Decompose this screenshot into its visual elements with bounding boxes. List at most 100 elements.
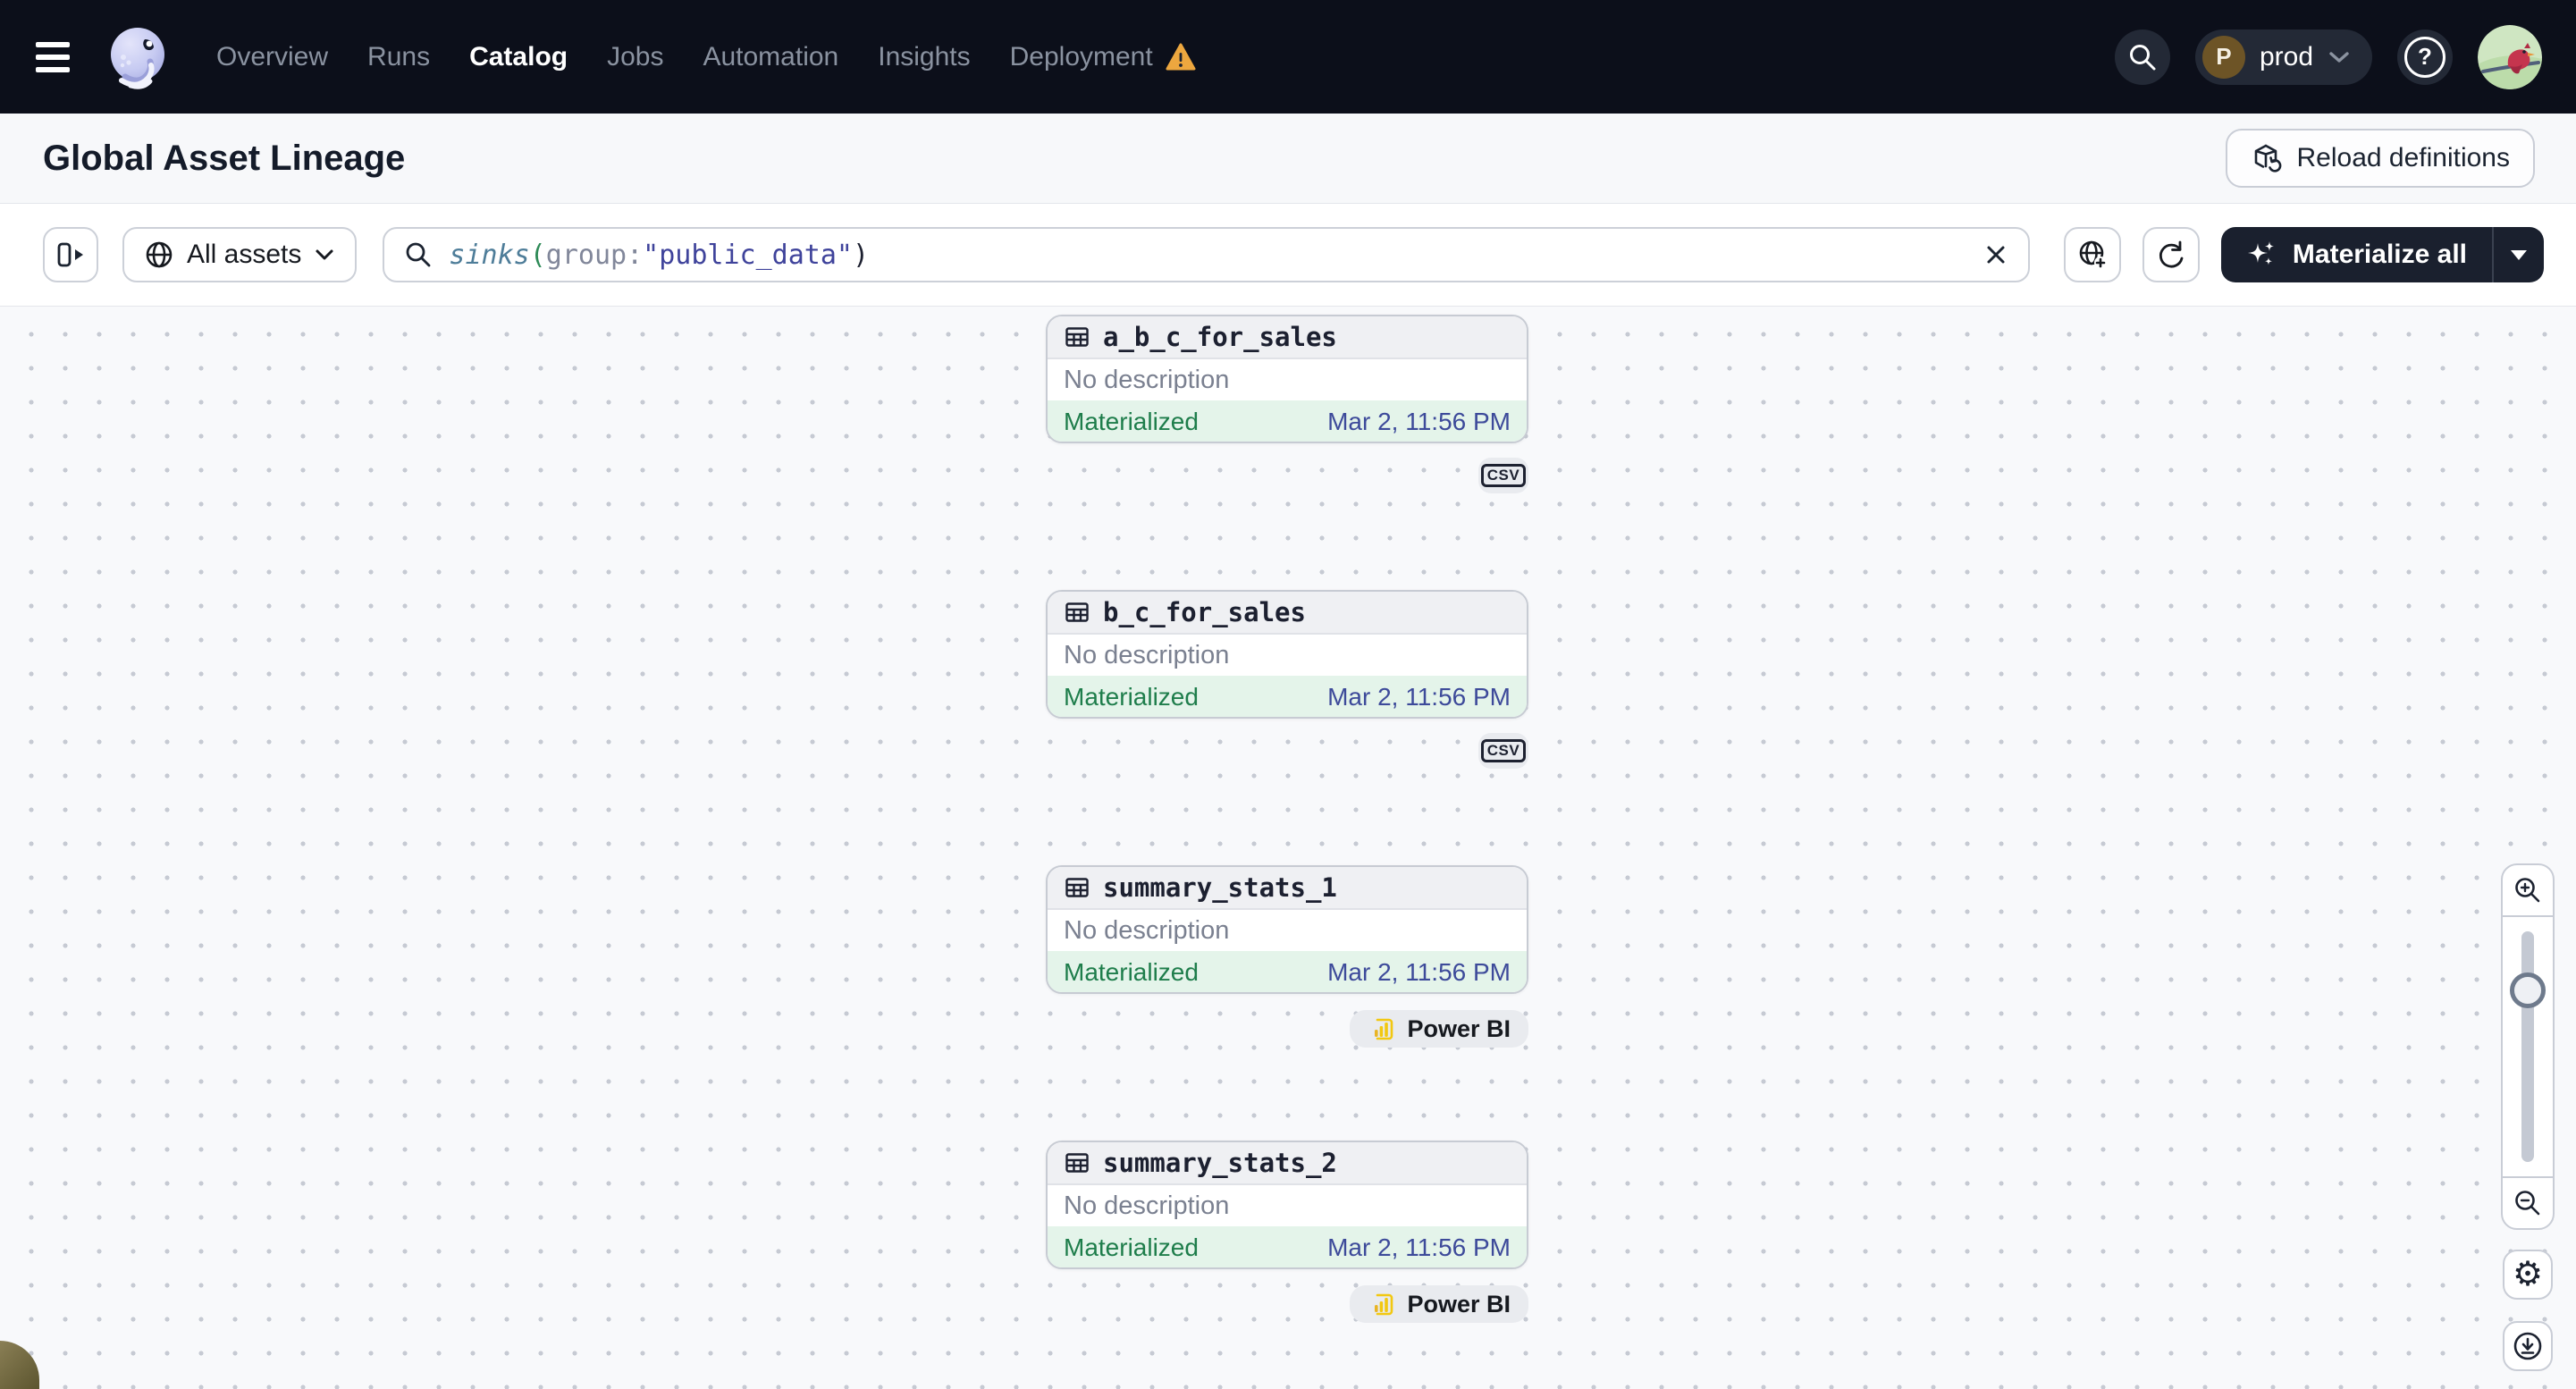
nav-item-catalog[interactable]: Catalog [469, 42, 568, 72]
asset-name: b_c_for_sales [1103, 597, 1306, 627]
global-search-button[interactable] [2114, 29, 2170, 85]
materialize-all-button[interactable]: Materialize all [2221, 227, 2492, 282]
open-side-panel-button[interactable] [43, 227, 98, 282]
globe-plus-icon [2075, 238, 2109, 272]
kind-tag-powerbi[interactable]: Power BI [1350, 1010, 1528, 1048]
top-nav: Overview Runs Catalog Jobs Automation In… [0, 0, 2576, 114]
materialize-options-button[interactable] [2492, 227, 2544, 282]
kind-tag-csv[interactable]: CSV [1478, 733, 1528, 769]
gear-icon: ⚙ [2512, 1256, 2544, 1293]
help-icon: ? [2404, 36, 2446, 78]
asset-status: Materialized [1064, 408, 1199, 435]
asset-node-a-b-c-for-sales[interactable]: a_b_c_for_sales No description Materiali… [1046, 315, 1528, 443]
asset-materialization-time[interactable]: Mar 2, 11:56 PM [1327, 1233, 1511, 1262]
zoom-slider-track[interactable] [2521, 931, 2534, 1162]
lineage-toolbar: All assets sinks(group: "public_data") M… [0, 204, 2576, 307]
search-icon [2127, 42, 2158, 72]
asset-tags-row: Power BI [1046, 1010, 1528, 1048]
zoom-control-group [2501, 863, 2555, 1230]
page-title: Global Asset Lineage [43, 138, 406, 178]
environment-switcher[interactable]: P prod [2194, 29, 2372, 85]
asset-name: summary_stats_2 [1103, 1148, 1337, 1178]
nav-item-deployment-wrap[interactable]: Deployment [1010, 42, 1196, 72]
reload-cube-icon [2251, 142, 2283, 174]
nav-item-overview[interactable]: Overview [216, 42, 328, 72]
kind-tag-powerbi[interactable]: Power BI [1350, 1285, 1528, 1323]
deployment-warning-icon [1166, 43, 1196, 72]
powerbi-icon [1368, 1290, 1396, 1318]
table-icon [1064, 324, 1090, 350]
dagster-logo[interactable] [104, 23, 172, 91]
chevron-down-icon [2328, 49, 2351, 65]
powerbi-tag-label: Power BI [1407, 1014, 1511, 1042]
asset-scope-dropdown[interactable]: All assets [122, 227, 358, 282]
search-icon [404, 240, 433, 269]
table-icon [1064, 599, 1090, 626]
search-query-text: sinks(group: "public_data") [449, 239, 870, 271]
asset-description: No description [1064, 1191, 1230, 1220]
nav-item-automation[interactable]: Automation [703, 42, 838, 72]
hamburger-menu-icon[interactable] [36, 34, 82, 80]
asset-status: Materialized [1064, 958, 1199, 986]
clear-search-button[interactable] [1983, 242, 2008, 267]
environment-initial-badge: P [2201, 35, 2245, 79]
powerbi-tag-label: Power BI [1407, 1290, 1511, 1317]
sparkles-icon [2246, 240, 2277, 270]
download-icon [2512, 1330, 2544, 1362]
powerbi-icon [1368, 1014, 1396, 1043]
asset-tags-row: CSV [1046, 733, 1528, 769]
user-avatar[interactable] [2478, 24, 2542, 89]
asset-materialization-time[interactable]: Mar 2, 11:56 PM [1327, 683, 1511, 711]
reload-definitions-label: Reload definitions [2296, 143, 2511, 173]
asset-status: Materialized [1064, 1233, 1199, 1261]
zoom-out-button[interactable] [2503, 1178, 2553, 1228]
kind-tag-csv[interactable]: CSV [1478, 458, 1528, 493]
asset-materialization-time[interactable]: Mar 2, 11:56 PM [1327, 958, 1511, 987]
zoom-slider[interactable] [2503, 915, 2553, 1178]
corner-easter-egg[interactable] [0, 1341, 39, 1389]
zoom-out-icon [2513, 1188, 2543, 1218]
asset-description: No description [1064, 915, 1230, 945]
environment-name: prod [2259, 41, 2313, 72]
table-icon [1064, 1149, 1090, 1176]
materialize-all-label: Materialize all [2292, 240, 2467, 269]
asset-status: Materialized [1064, 683, 1199, 711]
refresh-graph-button[interactable] [2142, 227, 2200, 282]
graph-scope-button[interactable] [2063, 227, 2121, 282]
caret-down-icon [2511, 249, 2527, 260]
refresh-icon [2155, 239, 2187, 271]
nav-item-jobs[interactable]: Jobs [607, 42, 663, 72]
zoom-slider-thumb[interactable] [2510, 972, 2546, 1008]
table-icon [1064, 874, 1090, 901]
asset-node-summary-stats-2[interactable]: summary_stats_2 No description Materiali… [1046, 1141, 1528, 1269]
nav-item-deployment[interactable]: Deployment [1010, 42, 1153, 72]
nav-item-runs[interactable]: Runs [367, 42, 430, 72]
help-button[interactable]: ? [2397, 29, 2453, 85]
asset-scope-label: All assets [187, 240, 302, 269]
asset-name: a_b_c_for_sales [1103, 322, 1337, 352]
asset-materialization-time[interactable]: Mar 2, 11:56 PM [1327, 408, 1511, 436]
page-header: Global Asset Lineage Reload definitions [0, 114, 2576, 204]
download-graph-button[interactable] [2503, 1321, 2553, 1371]
asset-description: No description [1064, 640, 1230, 669]
asset-search-input[interactable]: sinks(group: "public_data") [383, 227, 2030, 282]
materialize-all-split-button: Materialize all [2220, 227, 2544, 282]
csv-icon: CSV [1480, 738, 1527, 763]
asset-name: summary_stats_1 [1103, 872, 1337, 903]
main-nav-items: Overview Runs Catalog Jobs Automation In… [216, 42, 1196, 72]
lineage-canvas[interactable]: a_b_c_for_sales No description Materiali… [0, 307, 2576, 1389]
panel-expand-icon [54, 238, 88, 272]
asset-tags-row: CSV [1046, 458, 1528, 493]
asset-tags-row: Power BI [1046, 1285, 1528, 1323]
csv-icon: CSV [1480, 463, 1527, 488]
nav-right-cluster: P prod ? [2114, 24, 2542, 89]
zoom-in-button[interactable] [2503, 865, 2553, 915]
graph-settings-button[interactable]: ⚙ [2503, 1250, 2553, 1300]
zoom-in-icon [2513, 875, 2543, 905]
chevron-down-icon [314, 248, 335, 262]
asset-node-summary-stats-1[interactable]: summary_stats_1 No description Materiali… [1046, 865, 1528, 994]
asset-description: No description [1064, 365, 1230, 394]
asset-node-b-c-for-sales[interactable]: b_c_for_sales No description Materialize… [1046, 590, 1528, 719]
reload-definitions-button[interactable]: Reload definitions [2225, 129, 2535, 188]
nav-item-insights[interactable]: Insights [878, 42, 970, 72]
